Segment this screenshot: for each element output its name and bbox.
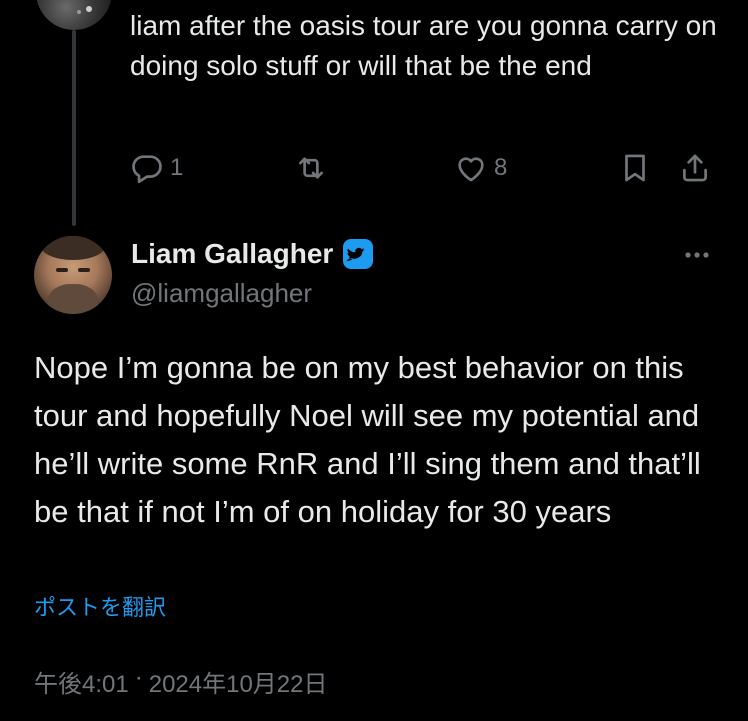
more-icon <box>680 238 714 272</box>
tweet-text: Nope I’m gonna be on my best behavior on… <box>34 350 701 529</box>
tweet-timestamp[interactable]: 午後4:01 · 2024年10月22日 <box>34 664 328 699</box>
like-count: 8 <box>494 154 508 181</box>
author-display-name[interactable]: Liam Gallagher <box>131 238 333 270</box>
more-options-button[interactable] <box>680 238 714 272</box>
author-name-row: Liam Gallagher <box>131 236 375 272</box>
bookmark-icon <box>618 151 652 185</box>
timestamp-separator: · <box>134 664 143 691</box>
share-button[interactable] <box>678 148 712 188</box>
repost-icon <box>294 151 328 185</box>
translate-post-link[interactable]: ポストを翻訳 <box>34 590 166 622</box>
author-avatar[interactable] <box>34 236 112 314</box>
parent-tweet-actions: 1 8 <box>130 148 720 188</box>
share-icon <box>678 151 712 185</box>
verified-badge-icon <box>341 237 375 271</box>
reply-icon <box>130 151 164 185</box>
avatar-hair <box>40 236 106 260</box>
reply-count: 1 <box>170 154 184 181</box>
thread-connector-line <box>72 30 76 226</box>
heart-icon <box>454 151 488 185</box>
like-button[interactable]: 8 <box>454 148 507 188</box>
avatar-beard <box>48 284 98 314</box>
bookmark-button[interactable] <box>618 148 652 188</box>
author-handle[interactable]: @liamgallagher <box>131 278 312 309</box>
tweet-time: 午後4:01 <box>34 671 129 698</box>
tweet-date: 2024年10月22日 <box>148 671 328 698</box>
reply-button[interactable]: 1 <box>130 148 183 188</box>
avatar-eye <box>78 268 90 272</box>
repost-button[interactable] <box>294 148 334 188</box>
parent-tweet-text: liam after the oasis tour are you gonna … <box>130 10 717 81</box>
avatar-eye <box>56 268 68 272</box>
parent-author-avatar[interactable] <box>36 0 112 30</box>
